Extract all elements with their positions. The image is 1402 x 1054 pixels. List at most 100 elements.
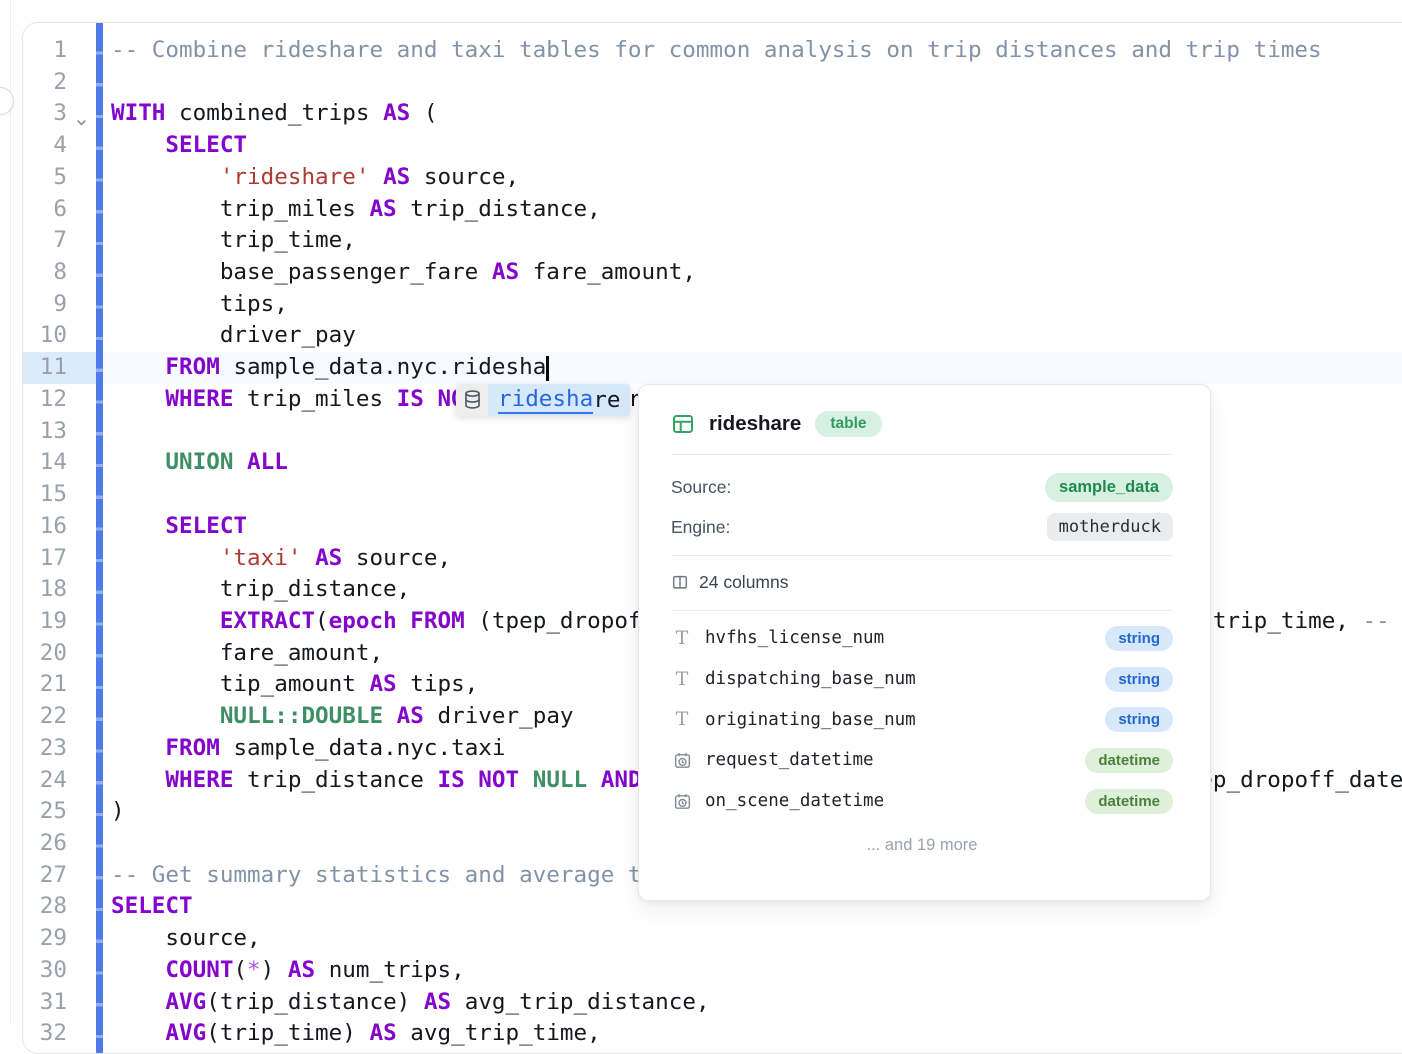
column-name: dispatching_base_num bbox=[705, 669, 916, 689]
line-number[interactable]: 14 bbox=[23, 447, 67, 479]
table-info-card: rideshare table Source:sample_dataEngine… bbox=[638, 384, 1211, 901]
column-name: hvfhs_license_num bbox=[705, 628, 884, 648]
code-text: tips, bbox=[111, 289, 288, 321]
line-number[interactable]: 26 bbox=[23, 828, 67, 860]
line-number[interactable]: 21 bbox=[23, 669, 67, 701]
code-text: -- Combine rideshare and taxi tables for… bbox=[111, 35, 1322, 67]
page: 1 -- Combine rideshare and taxi tables fo… bbox=[0, 0, 1402, 1024]
line-number[interactable]: 27 bbox=[23, 860, 67, 892]
panel-toggle-button[interactable] bbox=[0, 87, 14, 115]
line-number[interactable]: 13 bbox=[23, 416, 67, 448]
sql-editor-panel: 1 -- Combine rideshare and taxi tables fo… bbox=[22, 22, 1402, 1054]
column-type-badge: string bbox=[1105, 667, 1173, 692]
line-number[interactable]: 12 bbox=[23, 384, 67, 416]
column-type-badge: string bbox=[1105, 626, 1173, 651]
code-text: SELECT bbox=[111, 891, 193, 923]
column-type-badge: datetime bbox=[1085, 748, 1173, 773]
line-number[interactable]: 23 bbox=[23, 733, 67, 765]
column-row: Toriginating_base_numstring bbox=[671, 699, 1173, 740]
code-line[interactable]: 8 base_passenger_fare AS fare_amount, bbox=[23, 257, 1402, 289]
text-icon: T bbox=[671, 670, 693, 689]
code-text: AVG(trip_distance) AS avg_trip_distance, bbox=[111, 987, 710, 1019]
line-number[interactable]: 18 bbox=[23, 574, 67, 606]
info-label: Source: bbox=[671, 477, 731, 498]
code-line[interactable]: 10 driver_pay bbox=[23, 320, 1402, 352]
table-name: rideshare bbox=[709, 412, 801, 436]
code-text: trip_distance, bbox=[111, 574, 410, 606]
columns-count-row: 24 columns bbox=[671, 566, 1173, 598]
code-text: AVG(trip_time) AS avg_trip_time, bbox=[111, 1018, 601, 1050]
code-line[interactable]: 30 COUNT(*) AS num_trips, bbox=[23, 955, 1402, 987]
line-number[interactable]: 16 bbox=[23, 511, 67, 543]
code-line[interactable]: 1 -- Combine rideshare and taxi tables fo… bbox=[23, 35, 1402, 67]
line-number[interactable]: 19 bbox=[23, 606, 67, 638]
code-text: ) bbox=[111, 796, 125, 828]
line-number[interactable]: 31 bbox=[23, 987, 67, 1019]
code-text: SELECT bbox=[111, 130, 247, 162]
columns-count-label: 24 columns bbox=[699, 572, 789, 593]
line-number[interactable]: 9 bbox=[23, 289, 67, 321]
line-number[interactable]: 4 bbox=[23, 130, 67, 162]
code-text: driver_pay bbox=[111, 320, 356, 352]
line-number[interactable]: 6 bbox=[23, 194, 67, 226]
divider bbox=[671, 454, 1173, 455]
line-number[interactable]: 29 bbox=[23, 923, 67, 955]
text-cursor bbox=[546, 356, 549, 381]
line-number[interactable]: 24 bbox=[23, 765, 67, 797]
datetime-icon bbox=[671, 751, 693, 770]
panel-splitter[interactable] bbox=[10, 0, 11, 1024]
code-text: fare_amount, bbox=[111, 638, 383, 670]
line-number[interactable]: 7 bbox=[23, 225, 67, 257]
column-row: Thvfhs_license_num string bbox=[671, 618, 1173, 659]
code-text: NULL::DOUBLE AS driver_pay bbox=[111, 701, 574, 733]
line-number[interactable]: 11 bbox=[23, 352, 67, 384]
code-text: SELECT bbox=[111, 511, 247, 543]
line-number[interactable]: 30 bbox=[23, 955, 67, 987]
line-number[interactable]: 1 bbox=[23, 35, 67, 67]
text-icon: T bbox=[671, 629, 693, 648]
column-name: originating_base_num bbox=[705, 710, 916, 730]
code-text: source, bbox=[111, 923, 261, 955]
line-number[interactable]: 28 bbox=[23, 891, 67, 923]
line-number[interactable]: 15 bbox=[23, 479, 67, 511]
code-line[interactable]: 7 trip_time, bbox=[23, 225, 1402, 257]
code-line[interactable]: 6 trip_miles AS trip_distance, bbox=[23, 194, 1402, 226]
database-icon bbox=[456, 384, 488, 416]
autocomplete-item-rideshare[interactable]: rideshare bbox=[488, 384, 630, 416]
code-line[interactable]: 29 source, bbox=[23, 923, 1402, 955]
code-text: FROM sample_data.nyc.taxi bbox=[111, 733, 506, 765]
code-text: 'rideshare' AS source, bbox=[111, 162, 519, 194]
info-value-badge: sample_data bbox=[1045, 473, 1173, 502]
line-number[interactable]: 8 bbox=[23, 257, 67, 289]
code-text: 'taxi' AS source, bbox=[111, 543, 451, 575]
code-text: UNION ALL bbox=[111, 447, 288, 479]
code-line[interactable]: 3 WITH combined_trips AS ( bbox=[23, 98, 1402, 130]
fold-chevron-icon[interactable] bbox=[75, 107, 89, 121]
line-number[interactable]: 3 bbox=[23, 98, 67, 130]
code-text: WITH combined_trips AS ( bbox=[111, 98, 438, 130]
line-number[interactable]: 22 bbox=[23, 701, 67, 733]
info-row-engine: Engine:motherduck bbox=[671, 511, 1173, 543]
code-line[interactable]: 32 AVG(trip_time) AS avg_trip_time, bbox=[23, 1018, 1402, 1050]
code-line[interactable]: 2 bbox=[23, 67, 1402, 99]
line-number[interactable]: 17 bbox=[23, 543, 67, 575]
code-line[interactable]: 11 FROM sample_data.nyc.ridesha bbox=[23, 352, 1402, 384]
code-text: tip_amount AS tips, bbox=[111, 669, 478, 701]
divider bbox=[671, 555, 1173, 556]
code-line[interactable]: 5 'rideshare' AS source, bbox=[23, 162, 1402, 194]
code-text: trip_time, bbox=[111, 225, 356, 257]
line-number[interactable]: 32 bbox=[23, 1018, 67, 1050]
more-columns-label: ... and 19 more bbox=[671, 831, 1173, 859]
column-name: on_scene_datetime bbox=[705, 791, 884, 811]
line-number[interactable]: 25 bbox=[23, 796, 67, 828]
info-label: Engine: bbox=[671, 517, 730, 538]
line-number[interactable]: 5 bbox=[23, 162, 67, 194]
line-number[interactable]: 10 bbox=[23, 320, 67, 352]
divider bbox=[671, 610, 1173, 611]
code-line[interactable]: 9 tips, bbox=[23, 289, 1402, 321]
line-number[interactable]: 2 bbox=[23, 67, 67, 99]
line-number[interactable]: 20 bbox=[23, 638, 67, 670]
code-line[interactable]: 31 AVG(trip_distance) AS avg_trip_distan… bbox=[23, 987, 1402, 1019]
datetime-icon bbox=[671, 792, 693, 811]
code-line[interactable]: 4 SELECT bbox=[23, 130, 1402, 162]
